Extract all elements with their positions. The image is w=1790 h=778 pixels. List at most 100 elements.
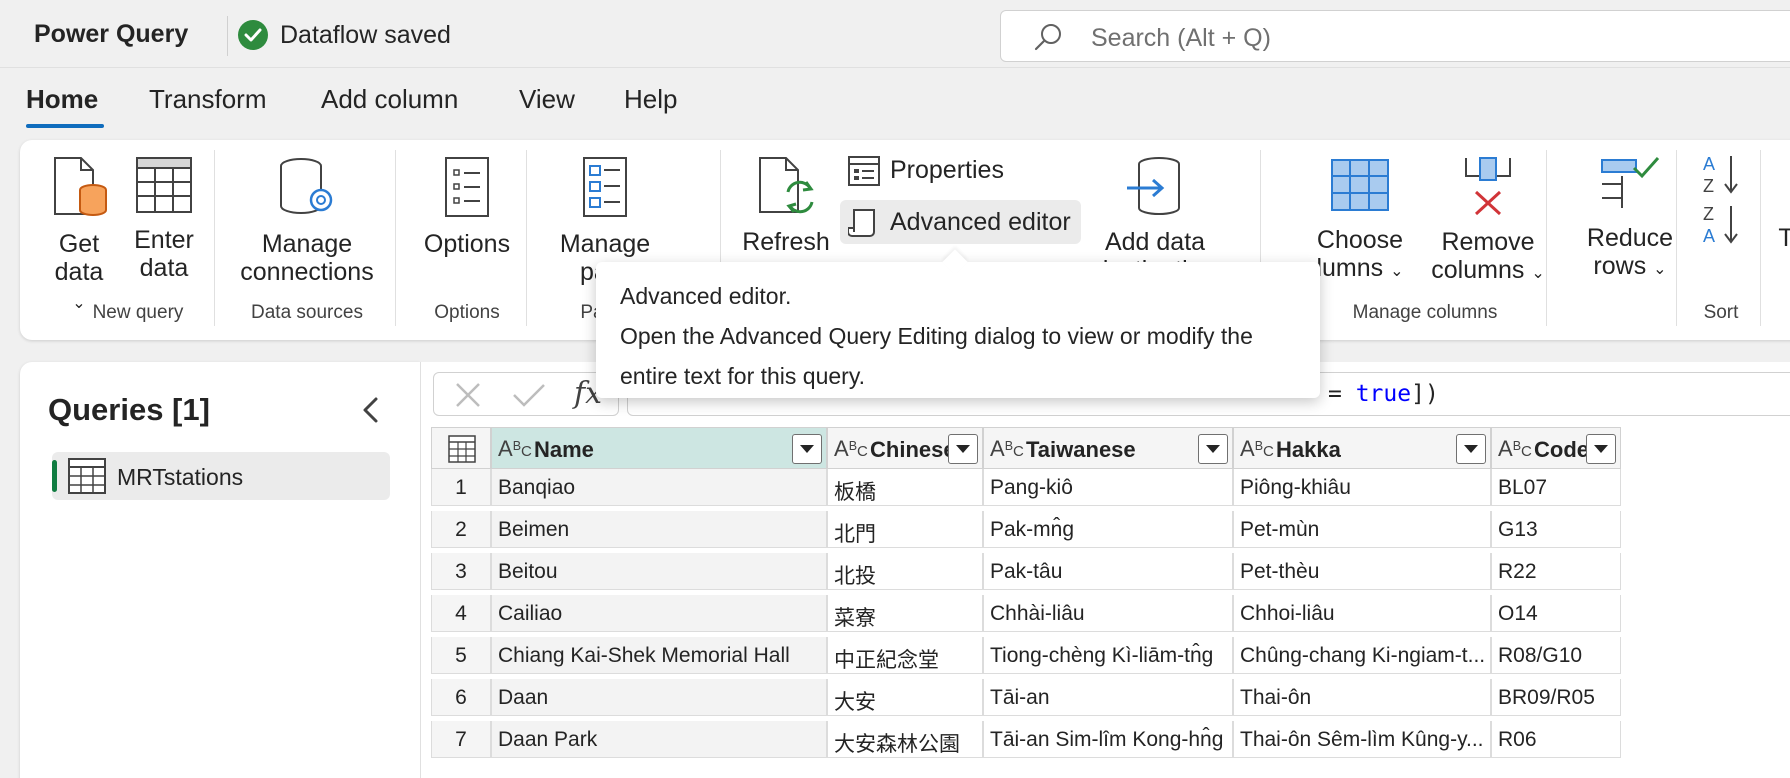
cell[interactable]: Chiang Kai-Shek Memorial Hall xyxy=(491,637,827,674)
cell[interactable]: Thai-ôn xyxy=(1233,679,1491,716)
refresh-icon xyxy=(736,156,836,222)
save-status: Dataflow saved xyxy=(280,21,451,49)
cell[interactable]: 中正紀念堂 xyxy=(827,637,983,674)
row-number[interactable]: 6 xyxy=(431,679,491,716)
cell[interactable]: R08/G10 xyxy=(1491,637,1621,674)
enter-data-button[interactable]: Enter data xyxy=(124,156,204,282)
cell[interactable]: O14 xyxy=(1491,595,1621,632)
cell[interactable]: 北投 xyxy=(827,553,983,590)
column-header-taiwanese[interactable]: ABC Taiwanese xyxy=(983,427,1233,469)
filter-dropdown-icon[interactable] xyxy=(1456,434,1486,464)
select-all-cell[interactable] xyxy=(431,427,491,469)
filter-dropdown-icon[interactable] xyxy=(1586,434,1616,464)
cell[interactable]: Pak-mn̂g xyxy=(983,511,1233,548)
search-box[interactable]: Search (Alt + Q) xyxy=(1000,10,1790,62)
cell[interactable]: Pak-tâu xyxy=(983,553,1233,590)
cell[interactable]: Chhoi-liâu xyxy=(1233,595,1491,632)
cell[interactable]: Daan Park xyxy=(491,721,827,758)
text-type-icon: ABC xyxy=(834,436,868,461)
refresh-button[interactable]: Refresh xyxy=(736,156,836,256)
options-list-icon xyxy=(412,156,522,224)
cell[interactable]: Cailiao xyxy=(491,595,827,632)
properties-button[interactable]: Properties xyxy=(840,148,1014,192)
filter-dropdown-icon[interactable] xyxy=(948,434,978,464)
properties-label: Properties xyxy=(890,156,1004,184)
row-number[interactable]: 7 xyxy=(431,721,491,758)
query-item-mrtstations[interactable]: MRTstations xyxy=(52,452,390,500)
cell[interactable]: Piông-khiâu xyxy=(1233,469,1491,506)
cell[interactable]: Thai-ôn Sêm-lìm Kûng-y... xyxy=(1233,721,1491,758)
row-number[interactable]: 1 xyxy=(431,469,491,506)
filter-dropdown-icon[interactable] xyxy=(792,434,822,464)
tooltip-title: Advanced editor. xyxy=(620,283,792,309)
cell[interactable]: Pang-kiô xyxy=(983,469,1233,506)
sort-descending-icon: ZA xyxy=(1696,202,1746,252)
column-header-hakka[interactable]: ABC Hakka xyxy=(1233,427,1491,469)
cell[interactable]: 大安森林公園 xyxy=(827,721,983,758)
commit-icon[interactable] xyxy=(512,381,546,414)
table-icon xyxy=(68,458,106,499)
get-data-button[interactable]: Get data ⌄ xyxy=(46,156,112,318)
cell[interactable]: Tāi-an xyxy=(983,679,1233,716)
tab-home[interactable]: Home xyxy=(26,84,98,115)
row-number[interactable]: 4 xyxy=(431,595,491,632)
cell[interactable]: 菜寮 xyxy=(827,595,983,632)
cell[interactable]: Tiong-chèng Kì-liām-tn̂g xyxy=(983,637,1233,674)
manage-connections-label: Manage xyxy=(261,230,353,258)
reduce-rows-button[interactable]: Reduce rows ⌄ xyxy=(1560,156,1700,284)
filter-dropdown-icon[interactable] xyxy=(1198,434,1228,464)
ribbon-separator xyxy=(1676,150,1677,326)
formula-text: = true]) xyxy=(1328,381,1439,407)
manage-connections-label-2: connections xyxy=(240,258,374,286)
remove-columns-label: Remove xyxy=(1441,228,1535,256)
tab-view[interactable]: View xyxy=(519,84,575,115)
remove-columns-button[interactable]: Remove columns ⌄ xyxy=(1418,156,1558,288)
advanced-editor-button[interactable]: Advanced editor xyxy=(840,200,1081,244)
cancel-icon[interactable] xyxy=(454,381,482,414)
cell[interactable]: Pet-thèu xyxy=(1233,553,1491,590)
tab-help[interactable]: Help xyxy=(624,84,677,115)
chevron-left-icon[interactable] xyxy=(360,396,382,429)
text-type-icon: ABC xyxy=(1498,436,1532,461)
ribbon-separator xyxy=(526,150,527,326)
cell[interactable]: BL07 xyxy=(1491,469,1621,506)
cell[interactable]: R06 xyxy=(1491,721,1621,758)
cell[interactable]: Beitou xyxy=(491,553,827,590)
row-number[interactable]: 5 xyxy=(431,637,491,674)
row-number[interactable]: 3 xyxy=(431,553,491,590)
cell[interactable]: Tāi-an Sim-lîm Kong-hn̂g xyxy=(983,721,1233,758)
manage-connections-button[interactable]: Manage connections xyxy=(232,156,382,286)
reduce-rows-icon xyxy=(1560,156,1700,218)
cell[interactable]: 大安 xyxy=(827,679,983,716)
cell[interactable]: Banqiao xyxy=(491,469,827,506)
options-button[interactable]: Options xyxy=(412,156,522,258)
enter-data-label-2: data xyxy=(139,254,189,282)
active-tab-indicator xyxy=(26,124,104,128)
row-number[interactable]: 2 xyxy=(431,511,491,548)
cell[interactable]: Chhài-liâu xyxy=(983,595,1233,632)
sort-descending-button[interactable]: ZA xyxy=(1696,202,1746,258)
cell[interactable]: BR09/R05 xyxy=(1491,679,1621,716)
manage-parameters-label: Manage xyxy=(559,230,651,258)
selected-indicator xyxy=(52,460,57,492)
cell[interactable]: R22 xyxy=(1491,553,1621,590)
tab-add-column[interactable]: Add column xyxy=(321,84,458,115)
cell[interactable]: Pet-mùn xyxy=(1233,511,1491,548)
text-type-icon: ABC xyxy=(990,436,1024,461)
sort-ascending-button[interactable]: AZ xyxy=(1696,152,1746,208)
cell[interactable]: G13 xyxy=(1491,511,1621,548)
truncated-ribbon-button[interactable]: T xyxy=(1776,224,1790,252)
tooltip-body: Open the Advanced Query Editing dialog t… xyxy=(620,323,1253,389)
advanced-editor-tooltip: Advanced editor. Open the Advanced Query… xyxy=(596,249,1320,398)
cell[interactable]: 板橋 xyxy=(827,469,983,506)
column-header-chinese[interactable]: ABC Chinese xyxy=(827,427,983,469)
column-header-name[interactable]: ABC Name xyxy=(491,427,827,469)
column-header-code[interactable]: ABC Code xyxy=(1491,427,1621,469)
search-icon xyxy=(1033,22,1063,57)
app-name: Power Query xyxy=(34,20,189,48)
cell[interactable]: Beimen xyxy=(491,511,827,548)
cell[interactable]: Chûng-chang Ki-ngiam-t... xyxy=(1233,637,1491,674)
cell[interactable]: Daan xyxy=(491,679,827,716)
tab-transform[interactable]: Transform xyxy=(149,84,267,115)
cell[interactable]: 北門 xyxy=(827,511,983,548)
